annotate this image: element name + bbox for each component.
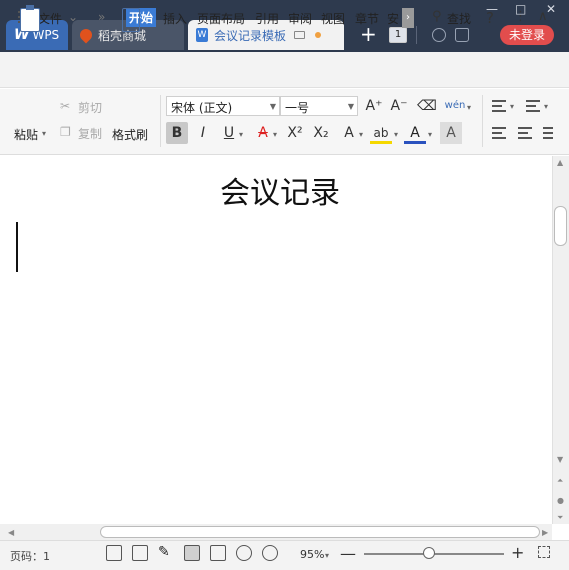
- chevron-down-icon[interactable]: ▾: [467, 103, 471, 112]
- collapse-ribbon-icon[interactable]: ∧: [538, 9, 548, 24]
- align-right-icon[interactable]: [543, 127, 553, 139]
- skin-icon[interactable]: [455, 28, 469, 42]
- tab-section[interactable]: 章节: [355, 10, 379, 27]
- ribbon-divider: [482, 95, 483, 147]
- zoom-out-button[interactable]: —: [340, 544, 356, 563]
- next-page-icon[interactable]: ⏷: [557, 513, 563, 523]
- vertical-scroll-thumb[interactable]: [554, 206, 567, 246]
- eye-protection-icon[interactable]: [262, 545, 278, 561]
- chevron-down-icon[interactable]: ⌄: [68, 10, 78, 24]
- read-mode-icon[interactable]: [132, 545, 148, 561]
- document-icon: W: [196, 28, 208, 42]
- status-bar: [0, 540, 569, 570]
- chevron-down-icon[interactable]: ▾: [544, 102, 548, 111]
- zoom-in-button[interactable]: +: [511, 543, 524, 562]
- menu-bar: [0, 52, 569, 88]
- clear-format-icon[interactable]: ⌫: [416, 95, 438, 117]
- help-icon[interactable]: ?: [486, 9, 494, 27]
- titlebar-divider: [416, 26, 417, 44]
- font-color-button[interactable]: A: [404, 122, 426, 144]
- flame-icon: [77, 26, 95, 44]
- zoom-slider-handle[interactable]: [423, 547, 435, 559]
- chevron-down-icon[interactable]: ▾: [239, 130, 243, 139]
- cut-button[interactable]: 剪切: [78, 99, 102, 116]
- scroll-down-icon[interactable]: ▼: [557, 455, 563, 464]
- more-menu-icon[interactable]: »: [98, 10, 105, 24]
- shrink-font-button[interactable]: A⁻: [388, 95, 410, 117]
- tab-security[interactable]: 安: [387, 10, 399, 27]
- chevron-down-icon[interactable]: ▾: [394, 130, 398, 139]
- chevron-down-icon[interactable]: ▾: [428, 130, 432, 139]
- document-title[interactable]: 会议记录: [0, 168, 560, 212]
- new-tab-button[interactable]: +: [360, 24, 377, 44]
- chevron-down-icon[interactable]: ▾: [273, 130, 277, 139]
- copy-button[interactable]: 复制: [78, 125, 102, 142]
- highlight-button[interactable]: ab: [370, 122, 392, 144]
- search-icon[interactable]: ⚲: [432, 9, 442, 24]
- sync-icon[interactable]: [432, 28, 446, 42]
- tabs-scroll-right-icon[interactable]: ›: [402, 8, 414, 28]
- superscript-button[interactable]: X²: [284, 122, 306, 144]
- more-options-icon[interactable]: ⋮: [514, 9, 527, 24]
- zoom-level[interactable]: 95%: [300, 548, 324, 561]
- font-size-value: 一号: [285, 101, 310, 115]
- bold-button[interactable]: B: [166, 122, 188, 144]
- ribbon-divider: [160, 95, 161, 147]
- fit-window-icon[interactable]: [538, 546, 550, 558]
- horizontal-scroll-thumb[interactable]: [100, 526, 540, 538]
- underline-button[interactable]: U: [218, 122, 240, 144]
- align-center-icon[interactable]: [518, 127, 532, 139]
- tab-view[interactable]: 视图: [321, 10, 345, 27]
- unsaved-dot-icon: [315, 32, 322, 38]
- text-effect-button[interactable]: A: [338, 122, 360, 144]
- pen-icon[interactable]: ✎: [158, 545, 174, 561]
- login-button[interactable]: 未登录: [500, 25, 554, 45]
- fullscreen-icon[interactable]: [106, 545, 122, 561]
- format-painter-icon[interactable]: [122, 8, 140, 32]
- paste-icon[interactable]: [20, 5, 40, 32]
- copy-icon: ❐: [60, 125, 71, 139]
- tab-references[interactable]: 引用: [255, 10, 279, 27]
- window-count-button[interactable]: 1: [389, 27, 407, 43]
- web-layout-icon[interactable]: [236, 545, 252, 561]
- find-button[interactable]: 查找: [447, 10, 471, 27]
- tab-insert[interactable]: 插入: [163, 10, 187, 27]
- chevron-down-icon: ▼: [347, 102, 354, 111]
- character-shading-button[interactable]: A: [440, 122, 462, 144]
- chevron-down-icon[interactable]: ▾: [359, 130, 363, 139]
- grow-font-button[interactable]: A⁺: [363, 95, 385, 117]
- tab-page-layout[interactable]: 页面布局: [197, 10, 245, 27]
- scroll-right-icon[interactable]: ▶: [542, 528, 548, 537]
- font-name-value: 宋体 (正文): [171, 101, 233, 115]
- tab-review[interactable]: 审阅: [288, 10, 312, 27]
- numbered-list-icon[interactable]: [526, 100, 540, 112]
- align-left-icon[interactable]: [492, 127, 506, 139]
- subscript-button[interactable]: X₂: [310, 122, 332, 144]
- text-cursor: [16, 222, 18, 272]
- page-number[interactable]: 页码：1: [10, 548, 50, 564]
- bullet-list-icon[interactable]: [492, 100, 506, 112]
- paste-dropdown-icon[interactable]: ▾: [42, 129, 46, 138]
- scissors-icon: ✂: [60, 99, 71, 113]
- strikethrough-button[interactable]: A: [252, 122, 274, 144]
- chevron-down-icon[interactable]: ▾: [325, 551, 329, 560]
- page-view-icon[interactable]: [184, 545, 200, 561]
- font-size-select[interactable]: 一号 ▼: [280, 96, 358, 116]
- chevron-down-icon: ▼: [269, 102, 276, 111]
- file-menu[interactable]: 文件: [38, 10, 62, 27]
- scroll-left-icon[interactable]: ◀: [8, 528, 14, 537]
- font-name-select[interactable]: 宋体 (正文) ▼: [166, 96, 280, 116]
- paste-button[interactable]: 粘贴: [14, 126, 38, 143]
- italic-button[interactable]: I: [192, 122, 214, 144]
- pinyin-guide-button[interactable]: wén: [444, 95, 466, 117]
- format-painter-button[interactable]: 格式刷: [112, 126, 148, 143]
- chevron-down-icon[interactable]: ▾: [510, 102, 514, 111]
- monitor-icon[interactable]: [294, 31, 306, 39]
- scroll-up-icon[interactable]: ▲: [557, 158, 563, 167]
- outline-view-icon[interactable]: [210, 545, 226, 561]
- tab-document-label: 会议记录模板: [214, 28, 287, 43]
- select-browse-object-icon[interactable]: ●: [557, 496, 564, 505]
- previous-page-icon[interactable]: ⏶: [557, 476, 563, 486]
